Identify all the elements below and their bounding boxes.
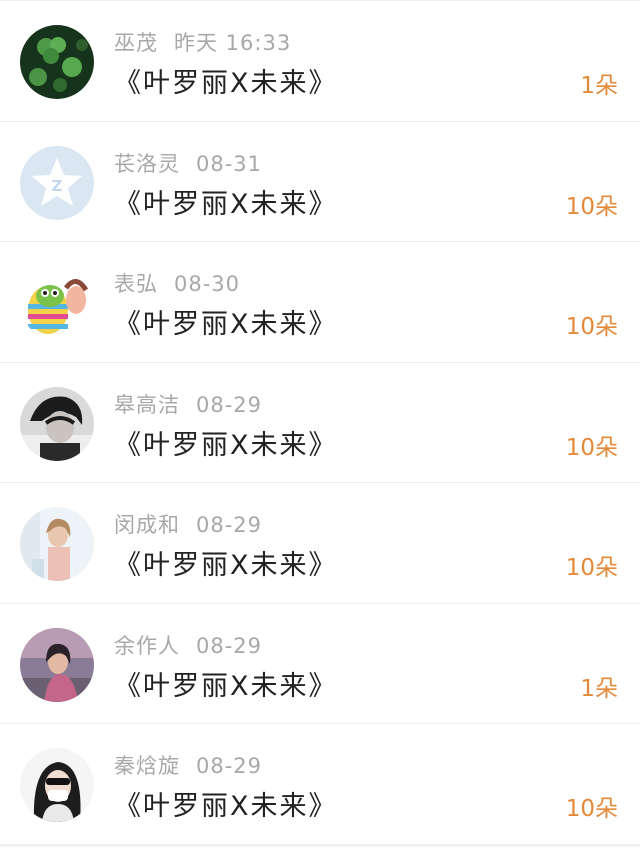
- entry-time: 08-29: [196, 754, 263, 778]
- flower-count: 1朵: [580, 675, 618, 702]
- sender-name: 皋高洁: [114, 392, 180, 417]
- entry-meta: 表弘 08-30: [114, 268, 240, 298]
- entry-meta: 余作人 08-29: [114, 630, 262, 660]
- svg-text:Z: Z: [52, 177, 63, 195]
- entry-meta: 秦焓旋 08-29: [114, 750, 262, 780]
- entry-meta: 巫茂 昨天 16:33: [114, 27, 291, 57]
- work-title: 《叶罗丽X未来》: [114, 791, 338, 822]
- entry-time: 昨天 16:33: [174, 31, 292, 55]
- person-mask-avatar[interactable]: [20, 748, 94, 822]
- work-title: 《叶罗丽X未来》: [114, 429, 338, 461]
- flower-count: 10朵: [565, 314, 618, 340]
- person-light-avatar[interactable]: [20, 507, 94, 581]
- sender-name: 秦焓旋: [114, 754, 180, 778]
- work-title: 《叶罗丽X未来》: [114, 188, 338, 220]
- sender-name: 表弘: [114, 272, 158, 296]
- entry-meta: 苌洛灵 08-31: [114, 148, 262, 178]
- gift-record-list: 巫茂 昨天 16:33 《叶罗丽X未来》 1朵 Z 苌洛灵 08-31 《叶罗丽X未…: [0, 0, 640, 847]
- person-bw-avatar[interactable]: [20, 386, 94, 461]
- person-dusk-avatar[interactable]: [20, 627, 94, 702]
- entry-time: 08-30: [174, 272, 241, 296]
- entry-meta: 皋高洁 08-29: [114, 389, 262, 419]
- sender-name: 余作人: [114, 633, 180, 658]
- list-item[interactable]: 闵成和 08-29 《叶罗丽X未来》 10朵: [0, 483, 640, 604]
- cartoon-avatar[interactable]: [20, 266, 94, 340]
- list-item[interactable]: 余作人 08-29 《叶罗丽X未来》 1朵: [0, 603, 640, 724]
- sender-name: 闵成和: [114, 513, 180, 537]
- flower-count: 1朵: [580, 73, 618, 99]
- list-item[interactable]: 表弘 08-30 《叶罗丽X未来》 10朵: [0, 242, 640, 363]
- list-item[interactable]: 巫茂 昨天 16:33 《叶罗丽X未来》 1朵: [0, 0, 640, 122]
- work-title: 《叶罗丽X未来》: [114, 670, 338, 702]
- list-item[interactable]: 秦焓旋 08-29 《叶罗丽X未来》 10朵: [0, 724, 640, 845]
- entry-time: 08-29: [196, 633, 263, 658]
- sender-name: 苌洛灵: [114, 151, 180, 176]
- entry-time: 08-31: [196, 151, 263, 176]
- work-title: 《叶罗丽X未来》: [114, 309, 338, 340]
- flower-count: 10朵: [565, 555, 618, 581]
- flower-count: 10朵: [565, 434, 618, 461]
- clover-avatar[interactable]: [20, 25, 94, 99]
- work-title: 《叶罗丽X未来》: [114, 550, 338, 581]
- entry-time: 08-29: [196, 513, 263, 537]
- flower-count: 10朵: [565, 193, 618, 220]
- list-item[interactable]: Z 苌洛灵 08-31 《叶罗丽X未来》 10朵: [0, 121, 640, 242]
- entry-meta: 闵成和 08-29: [114, 509, 262, 539]
- flower-count: 10朵: [565, 796, 618, 822]
- work-title: 《叶罗丽X未来》: [114, 68, 338, 99]
- qzone-star-avatar[interactable]: Z: [20, 145, 94, 220]
- entry-time: 08-29: [196, 392, 263, 417]
- sender-name: 巫茂: [114, 31, 158, 55]
- list-item[interactable]: 皋高洁 08-29 《叶罗丽X未来》 10朵: [0, 362, 640, 483]
